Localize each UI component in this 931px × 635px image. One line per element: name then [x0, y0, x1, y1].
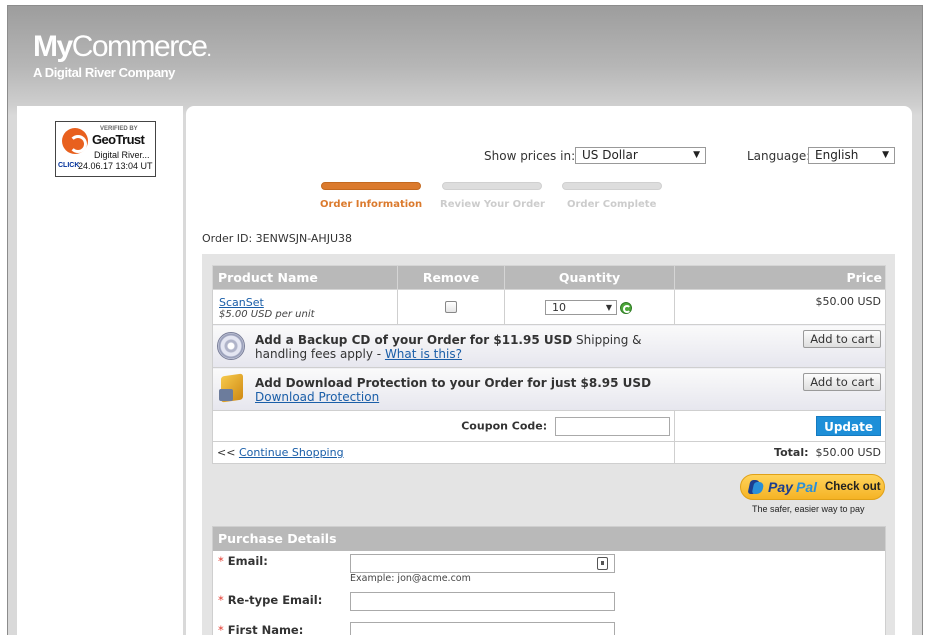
cart-table: Product Name Remove Quantity Price ScanS…: [212, 265, 886, 464]
table-row: ScanSet $5.00 USD per unit 10 ▼ $50.00 U…: [212, 289, 886, 325]
download-protection-text: Add Download Protection to your Order fo…: [255, 376, 652, 404]
email-label: * Email:: [218, 554, 268, 568]
cart-footer-row: << Continue Shopping Total: $50.00 USD: [212, 441, 886, 464]
quantity-select[interactable]: 10 ▼: [545, 300, 617, 315]
paypal-icon: [747, 480, 765, 495]
download-protection-link[interactable]: Download Protection: [255, 390, 379, 404]
download-protection-icon: [219, 373, 247, 405]
step-label-review-order: Review Your Order: [440, 199, 545, 210]
upsell-download-protection: Add Download Protection to your Order fo…: [212, 367, 886, 411]
language-value: English: [815, 148, 859, 162]
refresh-icon[interactable]: [620, 302, 632, 314]
chevron-down-icon: ▼: [693, 150, 700, 160]
paypal-checkout-text: Check out: [825, 481, 881, 493]
logo-tagline: A Digital River Company: [33, 65, 176, 80]
retype-email-label: * Re-type Email:: [218, 593, 323, 607]
step-bar-review-order: [442, 182, 542, 190]
paypal-tagline: The safer, easier way to pay: [752, 504, 865, 514]
what-is-this-link[interactable]: What is this?: [385, 347, 462, 361]
add-backup-cd-button[interactable]: Add to cart: [803, 330, 881, 348]
paypal-checkout-button[interactable]: Pay Pal Check out: [740, 474, 885, 500]
column-price: Price: [674, 265, 886, 290]
geotrust-brand: GeoTrust: [92, 132, 145, 147]
geotrust-icon: [62, 128, 88, 154]
add-download-protection-button[interactable]: Add to cart: [803, 373, 881, 391]
retype-email-field[interactable]: [350, 592, 615, 611]
email-field[interactable]: [350, 554, 615, 573]
step-label-order-information: Order Information: [320, 199, 423, 210]
language-select[interactable]: English ▼: [808, 147, 895, 164]
order-id: Order ID: 3ENWSJN-AHJU38: [202, 232, 352, 245]
chevron-down-icon: ▼: [605, 303, 612, 312]
column-remove: Remove: [397, 265, 505, 290]
total-label: Total:: [774, 446, 809, 459]
backup-cd-text: Add a Backup CD of your Order for $11.95…: [255, 333, 642, 361]
geotrust-company: Digital River...: [94, 150, 150, 160]
email-example: Example: jon@acme.com: [350, 573, 471, 584]
first-name-label: * First Name:: [218, 623, 304, 635]
site-header: MyCommerce. A Digital River Company: [8, 6, 922, 106]
total-cell: Total: $50.00 USD: [674, 441, 886, 464]
quantity-cell: 10 ▼: [504, 289, 675, 325]
purchase-details-title: Purchase Details: [213, 527, 885, 551]
left-sidebar: VERIFIED BY GeoTrust Digital River... CL…: [17, 106, 183, 635]
paypal-pal-text: Pal: [796, 479, 818, 495]
column-product-name: Product Name: [212, 265, 398, 290]
upsell-backup-cd: Add a Backup CD of your Order for $11.95…: [212, 324, 886, 368]
paypal-pay-text: Pay: [768, 479, 793, 495]
currency-select[interactable]: US Dollar ▼: [575, 147, 706, 164]
geotrust-click: CLICK: [58, 162, 80, 169]
total-value: $50.00 USD: [815, 446, 882, 459]
purchase-details-panel: Purchase Details * Email: Example: jon@ac…: [212, 526, 886, 635]
first-name-field[interactable]: [350, 622, 615, 635]
main-content: Show prices in: US Dollar ▼ Language: En…: [186, 106, 912, 635]
prices-label: Show prices in:: [484, 149, 576, 163]
browser-frame: MyCommerce. A Digital River Company VERI…: [7, 5, 923, 635]
product-unit-price: $5.00 USD per unit: [219, 308, 315, 320]
update-button[interactable]: Update: [816, 416, 881, 436]
geotrust-date: 24.06.17 13:04 UT: [78, 161, 153, 171]
coupon-input[interactable]: [555, 416, 670, 436]
step-bar-order-complete: [562, 182, 662, 190]
currency-value: US Dollar: [582, 148, 638, 162]
mycommerce-logo: MyCommerce.: [33, 30, 212, 63]
chevron-down-icon: ▼: [882, 150, 889, 160]
continue-shopping-link[interactable]: Continue Shopping: [239, 446, 344, 459]
geotrust-seal[interactable]: VERIFIED BY GeoTrust Digital River... CL…: [55, 121, 156, 177]
coupon-label: Coupon Code:: [461, 419, 548, 432]
product-name-cell: ScanSet $5.00 USD per unit: [212, 289, 398, 325]
language-label: Language:: [747, 149, 811, 163]
remove-checkbox[interactable]: [445, 301, 457, 313]
remove-cell: [397, 289, 505, 325]
coupon-row: Coupon Code: Update: [212, 410, 886, 442]
cart-header-row: Product Name Remove Quantity Price: [212, 265, 886, 290]
product-link[interactable]: ScanSet: [213, 296, 397, 309]
quantity-value: 10: [552, 301, 566, 314]
product-price: $50.00 USD: [674, 289, 886, 325]
continue-prefix: <<: [217, 446, 239, 459]
cd-icon: [217, 332, 245, 360]
step-label-order-complete: Order Complete: [567, 199, 657, 210]
cart-panel: Product Name Remove Quantity Price ScanS…: [202, 254, 895, 635]
column-quantity: Quantity: [504, 265, 675, 290]
contact-card-icon: [597, 557, 608, 570]
step-bar-order-information: [321, 182, 421, 190]
